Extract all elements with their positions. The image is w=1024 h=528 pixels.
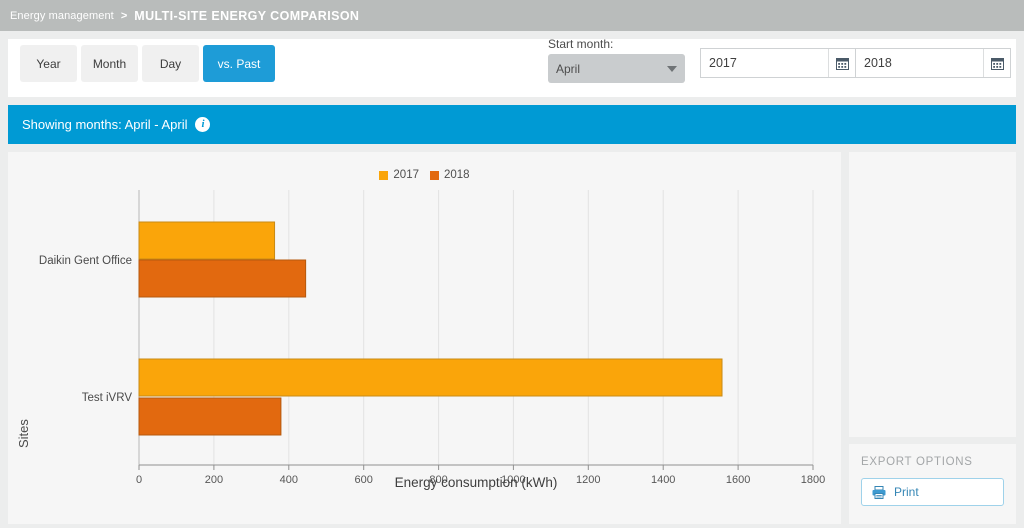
page-title: MULTI-SITE ENERGY COMPARISON: [134, 8, 360, 23]
printer-icon: [872, 485, 886, 499]
tab-month[interactable]: Month: [81, 45, 138, 82]
year-from-input[interactable]: [701, 49, 828, 77]
tab-day-label: Day: [159, 56, 182, 71]
tab-month-label: Month: [92, 56, 127, 71]
filter-toolbar: Year Month Day vs. Past Start month: Apr…: [8, 37, 1016, 97]
side-panel-placeholder: [849, 152, 1016, 437]
tab-vs-past[interactable]: vs. Past: [203, 45, 275, 82]
content-area: 2017 2018 0 200 400 600 800 1000 1200 14…: [8, 152, 1016, 524]
year-from-calendar-button[interactable]: [828, 49, 855, 77]
calendar-icon: [990, 57, 1004, 70]
start-month-value: April: [556, 61, 581, 76]
chart-x-ticks: [138, 465, 814, 470]
breadcrumb: Energy management > MULTI-SITE ENERGY CO…: [0, 0, 1024, 31]
print-button[interactable]: Print: [861, 478, 1004, 506]
energy-comparison-chart: 2017 2018 0 200 400 600 800 1000 1200 14…: [8, 152, 841, 524]
year-to-input[interactable]: [856, 49, 983, 77]
breadcrumb-parent-link[interactable]: Energy management: [10, 10, 114, 22]
start-month-control: Start month: April: [548, 37, 685, 83]
chart-category-labels: Daikin Gent Office Test iVRV: [39, 255, 132, 404]
chart-y-axis-title: Sites: [16, 419, 31, 448]
export-options-panel: EXPORT OPTIONS Print: [849, 444, 1016, 524]
showing-months-text: Showing months: April - April: [22, 117, 188, 132]
ytick-test-ivrv: Test iVRV: [82, 392, 133, 404]
start-month-select[interactable]: April: [548, 54, 685, 83]
breadcrumb-separator: >: [120, 9, 128, 22]
tab-year[interactable]: Year: [20, 45, 77, 82]
year-range-fields: [700, 48, 1011, 78]
tab-year-label: Year: [36, 56, 61, 71]
year-to-calendar-button[interactable]: [983, 49, 1010, 77]
showing-months-bar: Showing months: April - April i: [8, 105, 1016, 144]
info-icon[interactable]: i: [195, 117, 211, 132]
print-button-label: Print: [894, 485, 919, 499]
year-from-field: [701, 49, 855, 77]
bar-test-ivrv-2017[interactable]: [138, 358, 723, 397]
chart-x-axis-title: Energy consumption (kWh): [394, 475, 558, 490]
ytick-daikin-gent-office: Daikin Gent Office: [39, 255, 132, 267]
side-column: EXPORT OPTIONS Print: [849, 152, 1016, 524]
page-body: Year Month Day vs. Past Start month: Apr…: [0, 31, 1024, 528]
calendar-icon: [835, 57, 849, 70]
bar-daikin-gent-office-2018[interactable]: [138, 259, 307, 298]
bar-daikin-gent-office-2017[interactable]: [138, 221, 276, 260]
tab-vs-past-label: vs. Past: [217, 56, 261, 71]
period-tab-group: Year Month Day vs. Past: [20, 45, 275, 82]
start-month-label: Start month:: [548, 37, 614, 51]
tab-day[interactable]: Day: [142, 45, 199, 82]
chart-plot: 0 200 400 600 800 1000 1200 1400 1600 18…: [39, 190, 825, 486]
bar-test-ivrv-2018[interactable]: [138, 397, 282, 436]
chevron-down-icon: [667, 65, 677, 72]
year-to-field: [855, 49, 1010, 77]
export-options-title: EXPORT OPTIONS: [861, 456, 973, 468]
